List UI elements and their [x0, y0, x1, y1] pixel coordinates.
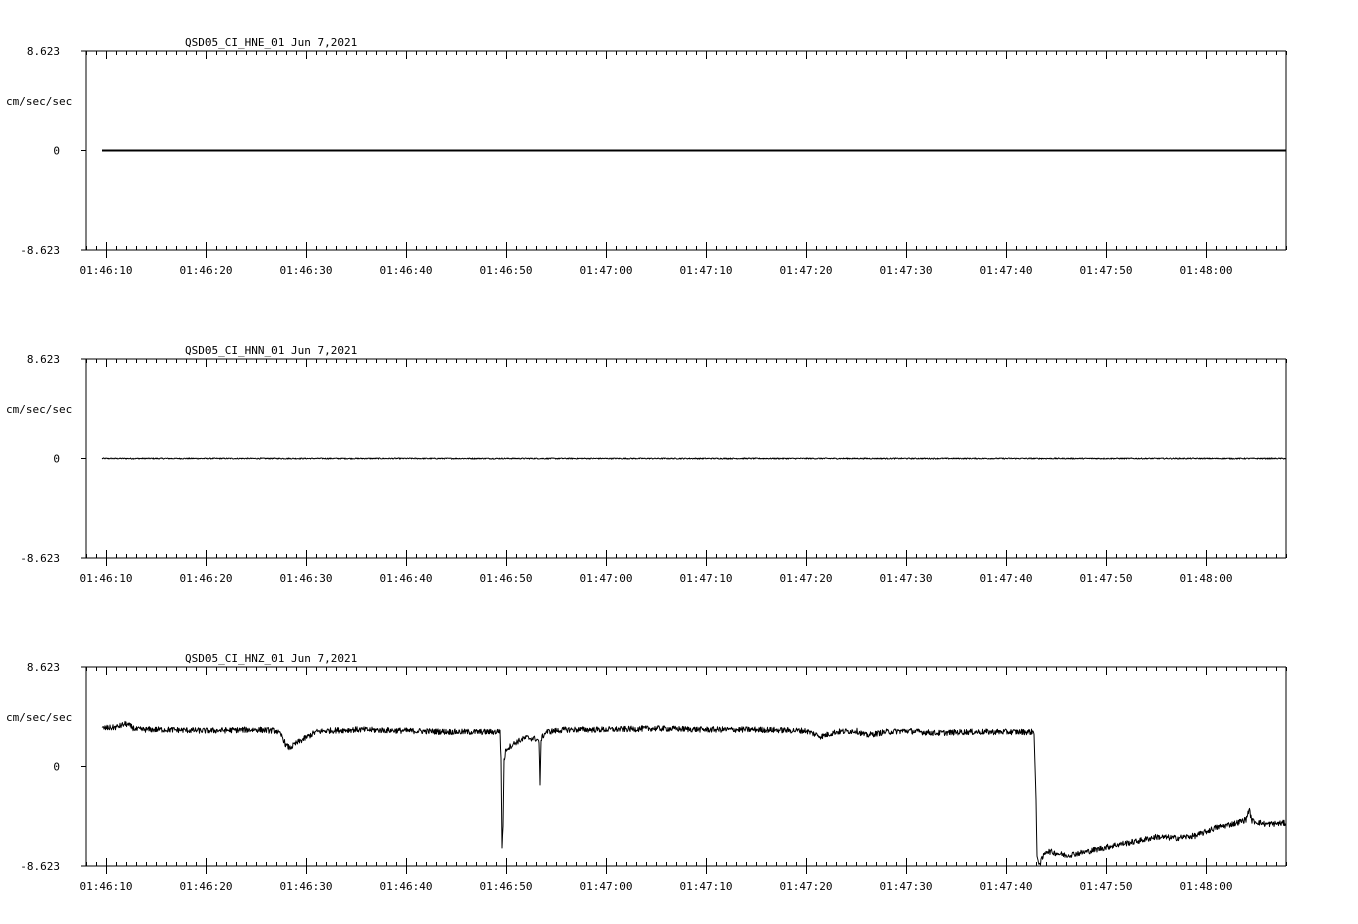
x-tick-label: 01:47:30	[880, 572, 933, 585]
x-tick-label: 01:48:00	[1180, 572, 1233, 585]
y-tick-label: 0	[53, 145, 60, 158]
y-tick-label: 8.623	[27, 45, 60, 58]
y-tick-label: -8.623	[20, 552, 60, 565]
y-tick-label: 8.623	[27, 353, 60, 366]
y-tick-label: -8.623	[20, 860, 60, 873]
x-tick-label: 01:47:40	[980, 880, 1033, 893]
panel-title: QSD05_CI_HNN_01 Jun 7,2021	[185, 344, 357, 357]
x-tick-label: 01:46:30	[280, 264, 333, 277]
x-tick-label: 01:46:50	[480, 572, 533, 585]
x-tick-label: 01:48:00	[1180, 264, 1233, 277]
y-tick-label: 0	[53, 453, 60, 466]
x-tick-label: 01:47:40	[980, 572, 1033, 585]
x-tick-label: 01:46:20	[180, 880, 233, 893]
x-tick-label: 01:46:40	[380, 572, 433, 585]
x-tick-label: 01:46:30	[280, 572, 333, 585]
x-tick-label: 01:46:10	[80, 572, 133, 585]
x-tick-label: 01:47:20	[780, 572, 833, 585]
panel-2: QSD05_CI_HNN_01 Jun 7,2021 8.623 0 -8.623 cm…	[6, 344, 1287, 585]
panel-title: QSD05_CI_HNE_01 Jun 7,2021	[185, 36, 357, 49]
waveform-trace	[101, 720, 1287, 866]
y-tick-label: 8.623	[27, 661, 60, 674]
x-tick-label: 01:46:50	[480, 880, 533, 893]
x-tick-label: 01:46:10	[80, 880, 133, 893]
y-axis-label: cm/sec/sec	[6, 95, 72, 108]
x-tick-label: 01:47:50	[1080, 572, 1133, 585]
panel-3: QSD05_CI_HNZ_01 Jun 7,2021 8.623 0 -8.623 cm…	[6, 652, 1287, 893]
x-tick-label: 01:47:20	[780, 264, 833, 277]
x-tick-label: 01:47:40	[980, 264, 1033, 277]
x-tick-label: 01:47:20	[780, 880, 833, 893]
x-tick-label: 01:47:10	[680, 880, 733, 893]
x-tick-label: 01:47:00	[580, 572, 633, 585]
x-tick-label: 01:47:50	[1080, 264, 1133, 277]
x-tick-label: 01:47:30	[880, 880, 933, 893]
x-tick-label: 01:46:10	[80, 264, 133, 277]
x-tick-label: 01:46:30	[280, 880, 333, 893]
seismogram-figure: QSD05_CI_HNE_01 Jun 7,2021 8.623 0 -8.623 cm…	[6, 36, 1287, 893]
panel-1: QSD05_CI_HNE_01 Jun 7,2021 8.623 0 -8.623 cm…	[6, 36, 1287, 277]
y-axis-label: cm/sec/sec	[6, 711, 72, 724]
panel-title: QSD05_CI_HNZ_01 Jun 7,2021	[185, 652, 357, 665]
x-tick-label: 01:47:10	[680, 572, 733, 585]
x-tick-label: 01:47:00	[580, 264, 633, 277]
x-tick-label: 01:47:30	[880, 264, 933, 277]
y-axis-label: cm/sec/sec	[6, 403, 72, 416]
x-tick-label: 01:46:40	[380, 264, 433, 277]
x-tick-label: 01:46:40	[380, 880, 433, 893]
y-tick-label: 0	[53, 761, 60, 774]
y-tick-label: -8.623	[20, 244, 60, 257]
x-tick-label: 01:47:00	[580, 880, 633, 893]
x-tick-label: 01:47:50	[1080, 880, 1133, 893]
x-tick-label: 01:46:20	[180, 572, 233, 585]
x-tick-label: 01:48:00	[1180, 880, 1233, 893]
waveform-trace	[101, 457, 1287, 460]
x-tick-label: 01:46:50	[480, 264, 533, 277]
x-tick-label: 01:46:20	[180, 264, 233, 277]
x-tick-label: 01:47:10	[680, 264, 733, 277]
